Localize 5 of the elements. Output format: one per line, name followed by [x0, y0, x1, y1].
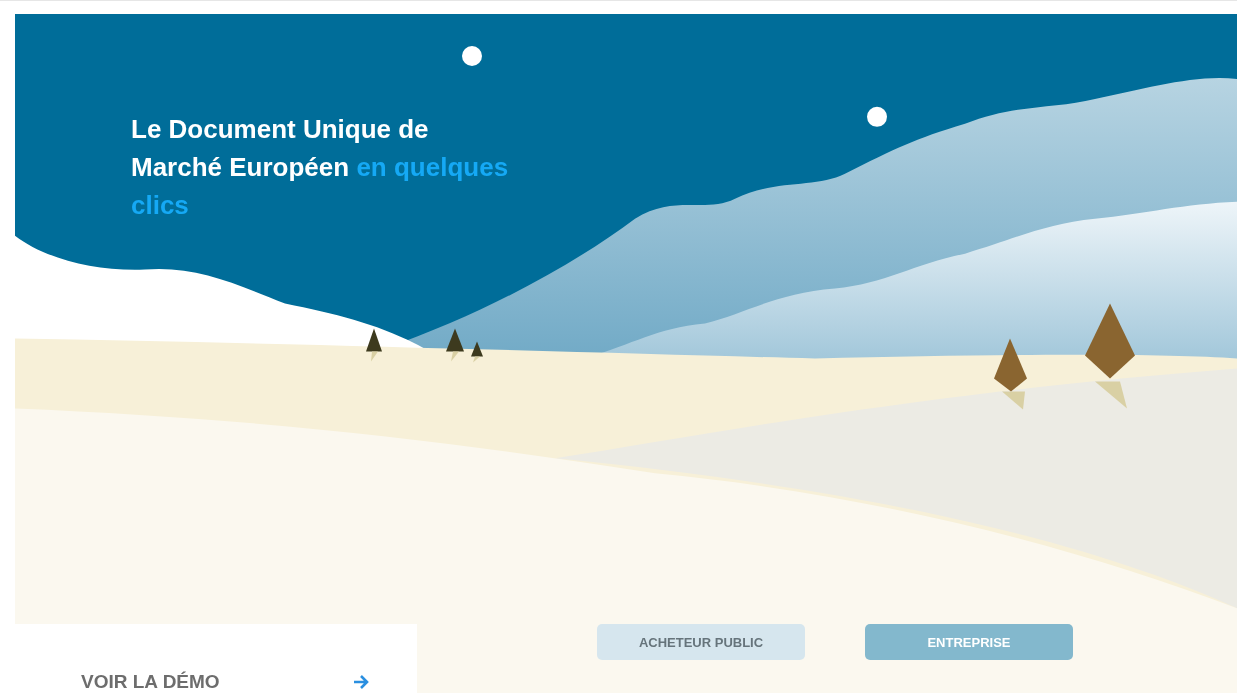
demo-link[interactable]: VOIR LA DÉMO: [15, 624, 417, 693]
profile-button[interactable]: ACHETEUR PUBLIC: [597, 624, 805, 660]
arrow-right-icon: [353, 674, 369, 689]
profile-button[interactable]: ENTREPRISE: [865, 624, 1073, 660]
hero-title: Le Document Unique de Marché Européen en quelques clics: [131, 113, 510, 222]
